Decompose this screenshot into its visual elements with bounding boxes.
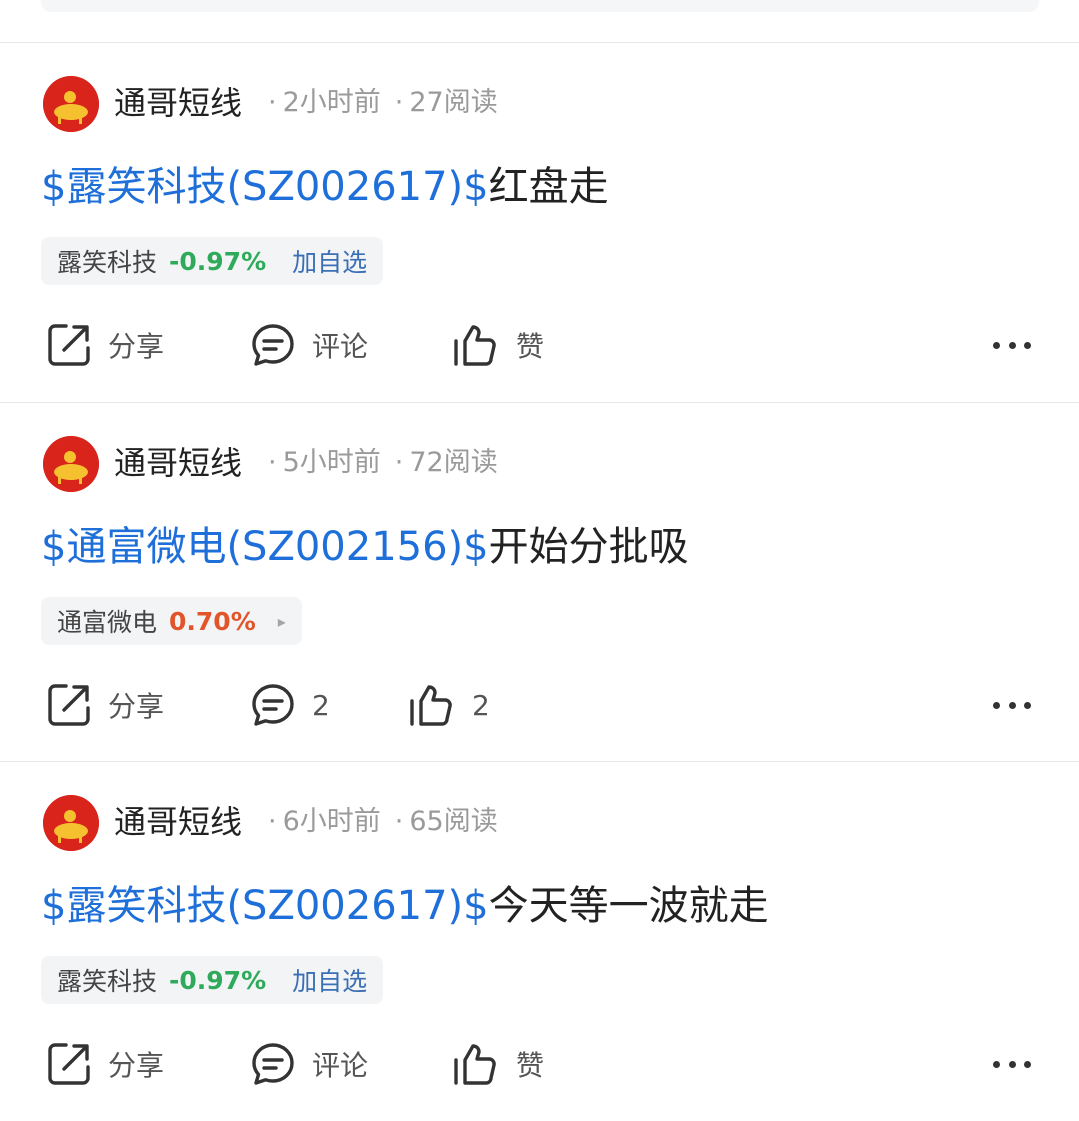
stock-tag[interactable]: 通富微电 0.70% ▸	[41, 597, 302, 645]
more-icon[interactable]	[993, 700, 1031, 710]
comment-label: 评论	[312, 1049, 369, 1082]
more-icon[interactable]	[993, 1059, 1031, 1069]
post-content[interactable]: $露笑科技(SZ002617)$红盘走	[41, 159, 609, 215]
read-count: 72阅读	[409, 447, 498, 478]
stock-change: -0.97%	[169, 246, 267, 276]
like-icon	[452, 322, 500, 368]
add-watchlist-button[interactable]: 加自选	[292, 962, 367, 998]
like-button[interactable]: 2	[408, 680, 490, 730]
post-card[interactable]: 通哥短线 · 2小时前 · 27阅读 $露笑科技(SZ002617)$红盘走 露笑科技…	[0, 42, 1079, 402]
comment-button[interactable]: 2	[250, 680, 330, 730]
comment-count: 2	[312, 688, 330, 722]
stock-tag-name: 露笑科技	[57, 967, 158, 996]
chevron-right-icon[interactable]: ▸	[278, 612, 286, 631]
like-button[interactable]: 赞	[452, 1039, 544, 1089]
post-time: 2小时前	[282, 87, 381, 118]
add-watchlist-button[interactable]: 加自选	[292, 243, 367, 279]
author-avatar[interactable]	[43, 76, 99, 132]
post-card[interactable]: 通哥短线 · 5小时前 · 72阅读 $通富微电(SZ002156)$开始分批吸 通富…	[0, 402, 1079, 762]
share-label: 分享	[108, 330, 165, 363]
post-time: 6小时前	[282, 806, 381, 837]
post-card[interactable]: 通哥短线 · 6小时前 · 65阅读 $露笑科技(SZ002617)$今天等一波就走 …	[0, 761, 1079, 1121]
comment-icon	[250, 682, 296, 728]
like-label: 赞	[516, 1049, 545, 1082]
action-bar: 分享 评论 赞	[0, 1039, 1079, 1089]
post-text: 红盘走	[488, 164, 609, 210]
like-label: 赞	[516, 330, 545, 363]
author-avatar[interactable]	[43, 795, 99, 851]
action-bar: 分享 2 2	[0, 680, 1079, 730]
author-name[interactable]: 通哥短线	[114, 440, 242, 486]
like-button[interactable]: 赞	[452, 320, 544, 370]
previous-post-card	[41, 0, 1039, 12]
stock-link[interactable]: $露笑科技(SZ002617)$	[41, 883, 489, 929]
stock-tag-name: 露笑科技	[57, 248, 158, 277]
share-icon	[46, 322, 92, 368]
post-content[interactable]: $通富微电(SZ002156)$开始分批吸	[41, 519, 689, 575]
comment-label: 评论	[312, 330, 369, 363]
post-meta: · 6小时前 · 65阅读	[268, 806, 498, 837]
stock-change: 0.70%	[169, 606, 256, 636]
action-bar: 分享 评论 赞	[0, 320, 1079, 370]
stock-change: -0.97%	[169, 965, 267, 995]
post-content[interactable]: $露笑科技(SZ002617)$今天等一波就走	[41, 878, 769, 934]
comment-button[interactable]: 评论	[250, 1039, 368, 1089]
share-label: 分享	[108, 1049, 165, 1082]
post-text: 开始分批吸	[488, 524, 689, 570]
stock-tag[interactable]: 露笑科技 -0.97% 加自选	[41, 237, 384, 285]
post-meta: · 5小时前 · 72阅读	[268, 447, 498, 478]
like-count: 2	[472, 688, 490, 722]
stock-link[interactable]: $通富微电(SZ002156)$	[41, 524, 489, 570]
post-meta: · 2小时前 · 27阅读	[268, 87, 498, 118]
stock-tag-name: 通富微电	[57, 608, 158, 637]
read-count: 65阅读	[409, 806, 498, 837]
share-icon	[46, 682, 92, 728]
author-name[interactable]: 通哥短线	[114, 80, 242, 126]
post-time: 5小时前	[282, 447, 381, 478]
stock-tag[interactable]: 露笑科技 -0.97% 加自选	[41, 956, 384, 1004]
share-button[interactable]: 分享	[46, 680, 164, 730]
comment-button[interactable]: 评论	[250, 320, 368, 370]
share-label: 分享	[108, 690, 165, 723]
author-avatar[interactable]	[43, 436, 99, 492]
post-text: 今天等一波就走	[488, 883, 769, 929]
read-count: 27阅读	[409, 87, 498, 118]
share-button[interactable]: 分享	[46, 1039, 164, 1089]
share-button[interactable]: 分享	[46, 320, 164, 370]
more-icon[interactable]	[993, 340, 1031, 350]
like-icon	[408, 682, 456, 728]
author-name[interactable]: 通哥短线	[114, 799, 242, 845]
comment-icon	[250, 322, 296, 368]
stock-link[interactable]: $露笑科技(SZ002617)$	[41, 164, 489, 210]
